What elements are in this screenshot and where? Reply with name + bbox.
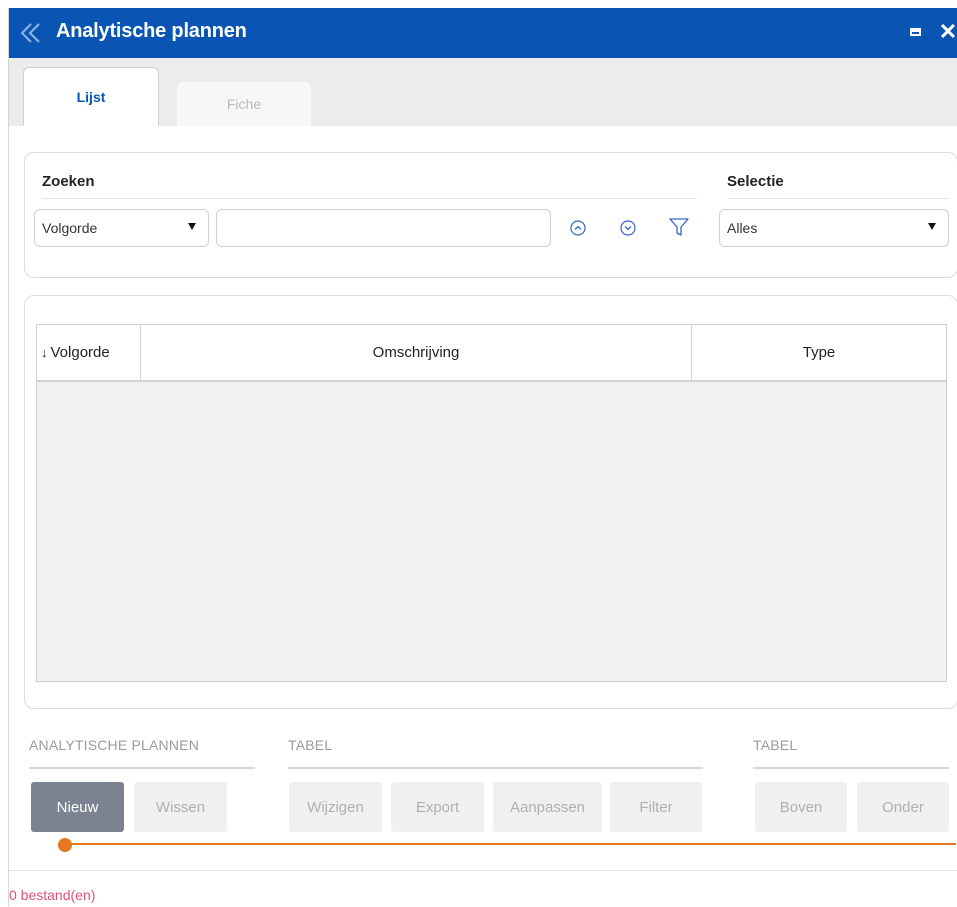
toolbar-group-title-tabel-2: TABEL <box>753 737 798 753</box>
search-panel: Zoeken Volgorde Selectie Alles <box>24 152 957 278</box>
sort-down-button[interactable] <box>616 216 640 240</box>
status-bar: 0 bestand(en) <box>9 870 957 907</box>
sort-arrow-icon: ↓ <box>41 345 48 360</box>
column-header-omschrijving[interactable]: Omschrijving <box>141 325 692 380</box>
column-header-volgorde[interactable]: ↓ Volgorde <box>37 325 141 380</box>
move-down-button[interactable]: Onder <box>857 782 949 832</box>
move-up-button[interactable]: Boven <box>755 782 847 832</box>
record-count: 0 bestand(en) <box>9 887 96 903</box>
pointer-indicator-dot <box>58 838 72 852</box>
tab-lijst[interactable]: Lijst <box>23 67 159 126</box>
toolbar-group-title-analytische-plannen: ANALYTISCHE PLANNEN <box>29 737 200 753</box>
close-icon: ✕ <box>938 19 957 44</box>
toolbar-group-divider <box>29 767 255 769</box>
customize-button[interactable]: Aanpassen <box>493 782 602 832</box>
sort-down-icon <box>620 220 636 236</box>
search-field-select[interactable]: Volgorde <box>34 209 209 247</box>
search-input[interactable] <box>216 209 551 247</box>
search-divider <box>42 198 697 199</box>
selection-heading: Selectie <box>727 173 784 190</box>
delete-button[interactable]: Wissen <box>134 782 227 832</box>
app-logo-icon <box>20 23 40 43</box>
window: Analytische plannen ✕ Lijst Fiche Zoeken… <box>8 8 957 906</box>
column-label-volgorde: Volgorde <box>50 344 110 361</box>
filter-toolbar-button[interactable]: Filter <box>610 782 702 832</box>
sort-up-button[interactable] <box>566 216 590 240</box>
filter-icon <box>669 218 689 236</box>
search-heading: Zoeken <box>42 173 95 190</box>
caret-down-icon <box>928 223 936 230</box>
toolbar-group-divider <box>288 767 703 769</box>
edit-button[interactable]: Wijzigen <box>289 782 382 832</box>
sort-up-icon <box>570 220 586 236</box>
tab-strip: Lijst Fiche <box>9 58 957 126</box>
window-title: Analytische plannen <box>56 20 247 42</box>
title-bar: Analytische plannen ✕ <box>9 8 957 58</box>
column-label-omschrijving: Omschrijving <box>372 344 460 361</box>
selection-select-value: Alles <box>727 220 758 236</box>
new-button[interactable]: Nieuw <box>31 782 124 832</box>
export-button[interactable]: Export <box>391 782 484 832</box>
toolbar-group-divider <box>753 767 949 769</box>
selection-divider <box>727 198 949 199</box>
grid-panel: ↓ Volgorde Omschrijving Type <box>24 295 957 709</box>
maximize-button[interactable] <box>901 18 929 46</box>
column-header-type[interactable]: Type <box>692 325 946 380</box>
caret-down-icon <box>188 223 196 230</box>
tab-fiche[interactable]: Fiche <box>177 82 311 126</box>
selection-select[interactable]: Alles <box>719 209 949 247</box>
maximize-icon <box>909 28 921 36</box>
filter-button[interactable] <box>667 215 691 239</box>
data-table: ↓ Volgorde Omschrijving Type <box>36 324 947 682</box>
close-button[interactable]: ✕ <box>934 18 957 46</box>
search-field-select-value: Volgorde <box>42 220 98 236</box>
column-label-type: Type <box>802 344 836 361</box>
table-header: ↓ Volgorde Omschrijving Type <box>37 325 946 382</box>
pointer-indicator-line <box>70 843 956 845</box>
toolbar-group-title-tabel: TABEL <box>288 737 333 753</box>
